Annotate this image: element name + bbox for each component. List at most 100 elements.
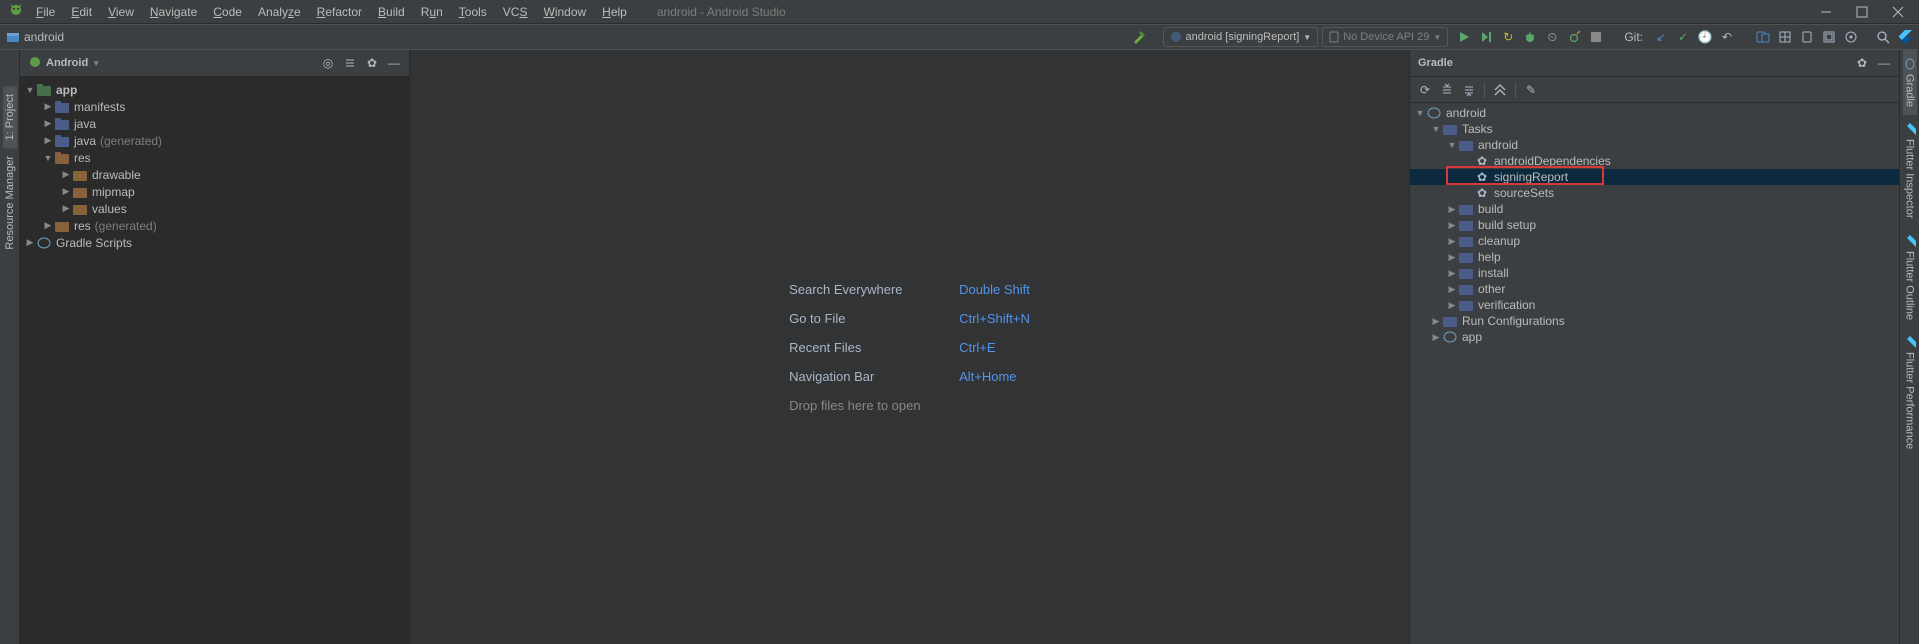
tree-app[interactable]: app xyxy=(20,81,409,98)
vcs-rollback-button[interactable]: ↶ xyxy=(1719,29,1735,45)
gradle-tree[interactable]: android Tasks android ✿androidDependenci… xyxy=(1410,103,1899,644)
menu-build[interactable]: Build xyxy=(372,3,411,21)
attach-project-button[interactable] xyxy=(1438,81,1456,99)
main-area: 1: Project Resource Manager Android ▼ ◎ … xyxy=(0,50,1919,644)
flutter-icon xyxy=(1904,123,1916,135)
gradle-task-build[interactable]: build xyxy=(1410,201,1899,217)
android-icon xyxy=(28,56,42,70)
vcs-history-button[interactable]: 🕘 xyxy=(1697,29,1713,45)
tree-java[interactable]: java xyxy=(20,115,409,132)
chevron-down-icon[interactable]: ▼ xyxy=(92,59,100,68)
right-toolwindow-stripe: Gradle Flutter Inspector Flutter Outline… xyxy=(1899,50,1919,644)
tree-drawable[interactable]: drawable xyxy=(20,166,409,183)
run-task-button[interactable] xyxy=(1491,81,1509,99)
menu-help[interactable]: Help xyxy=(596,3,633,21)
gradle-label: android xyxy=(1478,138,1518,152)
maximize-button[interactable] xyxy=(1855,5,1869,19)
gradle-run-configs[interactable]: Run Configurations xyxy=(1410,313,1899,329)
run-config-combo[interactable]: android [signingReport] ▼ xyxy=(1163,27,1319,47)
tab-flutter-inspector[interactable]: Flutter Inspector xyxy=(1903,115,1917,226)
vcs-commit-button[interactable]: ✓ xyxy=(1675,29,1691,45)
gradle-header-label: Gradle xyxy=(1418,57,1453,69)
resource-manager-button[interactable] xyxy=(1843,29,1859,45)
tree-mipmap[interactable]: mipmap xyxy=(20,183,409,200)
apply-code-changes-button[interactable]: ↻ xyxy=(1500,29,1516,45)
tree-res-generated[interactable]: res(generated) xyxy=(20,217,409,234)
search-button[interactable] xyxy=(1875,29,1891,45)
tree-values[interactable]: values xyxy=(20,200,409,217)
menu-analyze[interactable]: Analyze xyxy=(252,3,307,21)
menu-navigate[interactable]: Navigate xyxy=(144,3,203,21)
tree-gradle-scripts[interactable]: Gradle Scripts xyxy=(20,234,409,251)
gradle-task-other[interactable]: other xyxy=(1410,281,1899,297)
profiler-button[interactable]: ⏲ xyxy=(1544,29,1560,45)
hide-button[interactable]: — xyxy=(387,56,401,70)
tab-project[interactable]: 1: Project xyxy=(3,86,17,148)
tree-manifests[interactable]: manifests xyxy=(20,98,409,115)
minimize-button[interactable] xyxy=(1819,5,1833,19)
vcs-update-button[interactable]: ↙ xyxy=(1653,29,1669,45)
gradle-task-install[interactable]: install xyxy=(1410,265,1899,281)
gear-icon[interactable]: ✿ xyxy=(365,56,379,70)
avd-manager-button[interactable] xyxy=(1755,29,1771,45)
toggle-offline-button[interactable]: ✎ xyxy=(1522,81,1540,99)
gradle-task-signingReport[interactable]: ✿signingReport xyxy=(1410,169,1899,185)
tree-java-generated[interactable]: java(generated) xyxy=(20,132,409,149)
menu-edit[interactable]: Edit xyxy=(65,3,98,21)
layout-inspector-button[interactable] xyxy=(1821,29,1837,45)
gradle-task-build-setup[interactable]: build setup xyxy=(1410,217,1899,233)
gradle-task-android[interactable]: android xyxy=(1410,137,1899,153)
tab-gradle[interactable]: Gradle xyxy=(1903,50,1917,115)
gradle-task-cleanup[interactable]: cleanup xyxy=(1410,233,1899,249)
tree-label: java xyxy=(74,117,96,131)
tab-resource-manager[interactable]: Resource Manager xyxy=(3,148,17,258)
apply-changes-button[interactable] xyxy=(1478,29,1494,45)
expand-all-button[interactable] xyxy=(343,56,357,70)
tab-flutter-outline[interactable]: Flutter Outline xyxy=(1903,227,1917,328)
gradle-task-sourceSets[interactable]: ✿sourceSets xyxy=(1410,185,1899,201)
build-button[interactable] xyxy=(1131,29,1147,45)
tab-flutter-performance[interactable]: Flutter Performance xyxy=(1903,328,1917,457)
gradle-label: verification xyxy=(1478,298,1535,312)
sdk-manager-button[interactable] xyxy=(1777,29,1793,45)
tree-res[interactable]: res xyxy=(20,149,409,166)
menu-file[interactable]: File xyxy=(30,3,61,21)
detach-project-button[interactable] xyxy=(1460,81,1478,99)
gradle-tasks[interactable]: Tasks xyxy=(1410,121,1899,137)
menu-run[interactable]: Run xyxy=(415,3,449,21)
gear-icon[interactable]: ✿ xyxy=(1855,56,1869,70)
elephant-icon xyxy=(1170,31,1182,43)
main-menu: File Edit View Navigate Code Analyze Ref… xyxy=(30,3,633,21)
menu-refactor[interactable]: Refactor xyxy=(311,3,368,21)
gradle-task-verification[interactable]: verification xyxy=(1410,297,1899,313)
menu-window[interactable]: Window xyxy=(537,3,592,21)
select-opened-file-button[interactable]: ◎ xyxy=(321,56,335,70)
attach-debugger-button[interactable] xyxy=(1566,29,1582,45)
editor-area[interactable]: Search EverywhereDouble Shift Go to File… xyxy=(410,50,1409,644)
menu-view[interactable]: View xyxy=(102,3,140,21)
hint-recent-label: Recent Files xyxy=(789,340,959,355)
editor-hints: Search EverywhereDouble Shift Go to File… xyxy=(789,282,1030,413)
run-button[interactable] xyxy=(1456,29,1472,45)
refresh-button[interactable]: ⟳ xyxy=(1416,81,1434,99)
hide-button[interactable]: — xyxy=(1877,56,1891,70)
device-combo[interactable]: No Device API 29 ▼ xyxy=(1322,27,1448,47)
gradle-task-help[interactable]: help xyxy=(1410,249,1899,265)
gradle-root[interactable]: android xyxy=(1410,105,1899,121)
gradle-label: build xyxy=(1478,202,1503,216)
gradle-label: cleanup xyxy=(1478,234,1520,248)
gradle-app[interactable]: app xyxy=(1410,329,1899,345)
left-toolwindow-stripe: 1: Project Resource Manager xyxy=(0,50,20,644)
project-tree[interactable]: app manifests java java(generated) res d… xyxy=(20,77,409,644)
flutter-icon[interactable] xyxy=(1897,29,1913,45)
gradle-task-androidDependencies[interactable]: ✿androidDependencies xyxy=(1410,153,1899,169)
menu-tools[interactable]: Tools xyxy=(453,3,493,21)
hint-search-key: Double Shift xyxy=(959,282,1030,297)
menu-code[interactable]: Code xyxy=(207,3,248,21)
close-button[interactable] xyxy=(1891,5,1905,19)
breadcrumb[interactable]: android xyxy=(6,30,64,44)
menu-vcs[interactable]: VCS xyxy=(497,3,534,21)
debug-button[interactable] xyxy=(1522,29,1538,45)
device-manager-button[interactable] xyxy=(1799,29,1815,45)
stop-button[interactable] xyxy=(1588,29,1604,45)
